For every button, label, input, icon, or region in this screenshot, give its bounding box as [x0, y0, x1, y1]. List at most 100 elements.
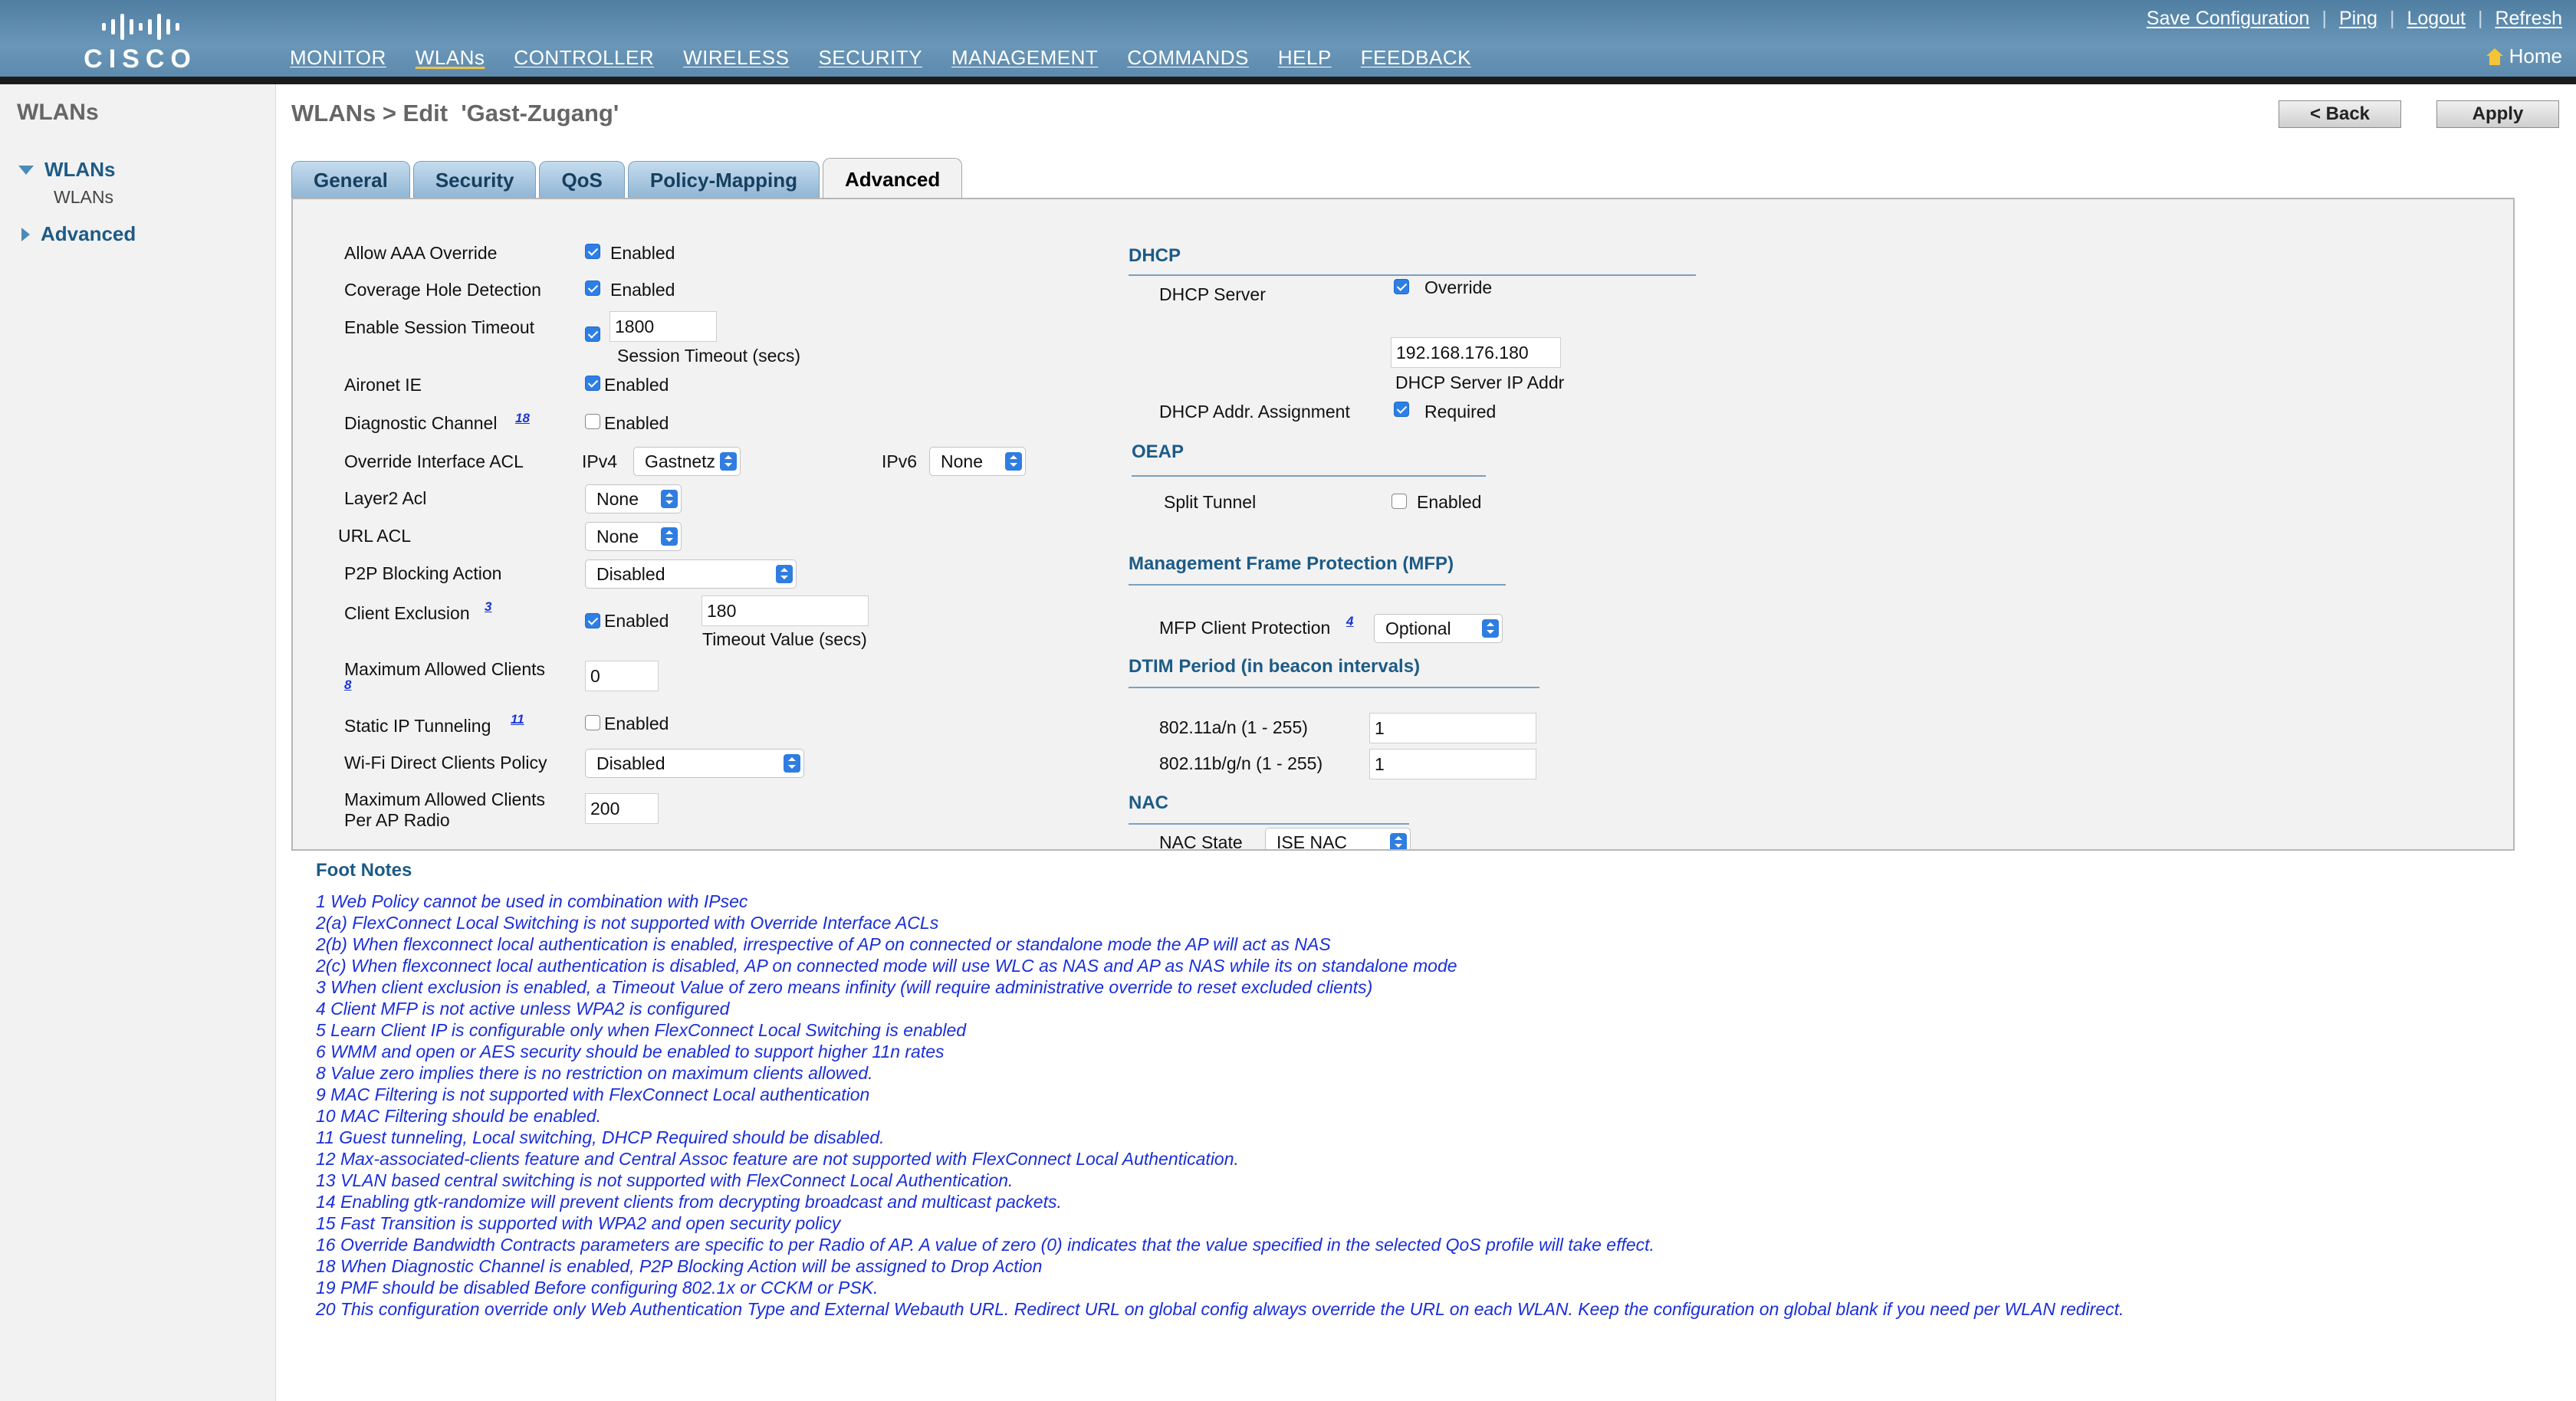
link-separator: | — [2321, 8, 2327, 29]
ping-link[interactable]: Ping — [2339, 8, 2377, 30]
mfp-client-value: Optional — [1385, 618, 1451, 638]
dtim-a-label: 802.11a/n (1 - 255) — [1159, 717, 1308, 737]
nac-section-title: NAC — [1129, 792, 1168, 813]
dhcp-override-checkbox[interactable] — [1394, 279, 1409, 294]
select-arrow-icon — [661, 490, 678, 508]
nav-controller[interactable]: CONTROLLER — [514, 46, 654, 70]
client-exclusion-label: Client Exclusion — [344, 603, 470, 623]
footnote-line: 6 WMM and open or AES security should be… — [316, 1042, 945, 1061]
nav-security[interactable]: SECURITY — [819, 46, 922, 70]
footnote-link-4[interactable]: 4 — [1346, 614, 1353, 629]
sidebar: WLANs WLANs WLANs Advanced — [0, 84, 276, 1401]
footnote-line: 19 PMF should be disabled Before configu… — [316, 1278, 879, 1298]
ipv6-acl-select[interactable]: None — [929, 447, 1026, 476]
top-links: Save Configuration | Ping | Logout | Ref… — [2147, 8, 2562, 30]
allow-aaa-checkbox[interactable] — [585, 244, 600, 259]
refresh-link[interactable]: Refresh — [2495, 8, 2562, 30]
sidebar-item-wlans[interactable]: WLANs — [18, 158, 115, 182]
max-clients-input[interactable]: 0 — [585, 661, 659, 691]
allow-aaa-label: Allow AAA Override — [344, 243, 498, 263]
save-configuration-link[interactable]: Save Configuration — [2147, 8, 2310, 30]
max-per-radio-input[interactable]: 200 — [585, 793, 659, 824]
diagnostic-channel-checkbox[interactable] — [585, 414, 600, 429]
sidebar-item-advanced[interactable]: Advanced — [21, 222, 136, 246]
footnote-link-11[interactable]: 11 — [511, 712, 524, 727]
nav-feedback[interactable]: FEEDBACK — [1361, 46, 1471, 70]
home-link[interactable]: Home — [2486, 44, 2562, 68]
sidebar-item-label: Advanced — [41, 222, 136, 245]
static-ip-text: Enabled — [604, 714, 669, 733]
p2p-blocking-value: Disabled — [596, 564, 665, 584]
dhcp-divider — [1129, 274, 1696, 276]
select-arrow-icon — [661, 527, 678, 546]
tab-qos[interactable]: QoS — [539, 161, 625, 199]
select-arrow-icon — [1390, 833, 1407, 849]
expand-triangle-icon — [18, 165, 34, 175]
nav-wlans[interactable]: WLANs — [416, 46, 485, 70]
p2p-blocking-label: P2P Blocking Action — [344, 563, 502, 583]
footnote-line: 12 Max-associated-clients feature and Ce… — [316, 1149, 1239, 1169]
main-nav: MONITOR WLANs CONTROLLER WIRELESS SECURI… — [290, 46, 1471, 70]
tab-policy-mapping[interactable]: Policy-Mapping — [627, 161, 820, 199]
home-icon — [2486, 48, 2503, 65]
exclusion-timeout-caption: Timeout Value (secs) — [702, 629, 867, 649]
dtim-b-input[interactable]: 1 — [1369, 749, 1536, 779]
oeap-section-title: OEAP — [1132, 441, 1184, 462]
footnote-link-8[interactable]: 8 — [344, 678, 351, 693]
footnote-line: 2(c) When flexconnect local authenticati… — [316, 956, 1457, 976]
nav-management[interactable]: MANAGEMENT — [951, 46, 1098, 70]
nac-state-select[interactable]: ISE NAC — [1265, 828, 1411, 851]
static-ip-label: Static IP Tunneling — [344, 716, 491, 736]
dtim-divider — [1129, 687, 1539, 688]
p2p-blocking-select[interactable]: Disabled — [585, 559, 797, 589]
session-timeout-checkbox[interactable] — [585, 326, 600, 342]
session-timeout-label: Enable Session Timeout — [344, 317, 535, 337]
footnote-line: 2(a) FlexConnect Local Switching is not … — [316, 913, 939, 933]
nav-help[interactable]: HELP — [1278, 46, 1332, 70]
mfp-client-select[interactable]: Optional — [1374, 614, 1503, 643]
dhcp-server-ip-caption: DHCP Server IP Addr — [1395, 372, 1565, 392]
dhcp-override-text: Override — [1424, 277, 1493, 297]
session-timeout-input[interactable]: 1800 — [610, 311, 717, 342]
tab-advanced[interactable]: Advanced — [823, 158, 963, 199]
coverage-hole-text: Enabled — [610, 280, 675, 300]
dhcp-server-ip-input[interactable]: 192.168.176.180 — [1391, 337, 1561, 368]
dhcp-required-checkbox[interactable] — [1394, 402, 1409, 417]
footnote-link-18[interactable]: 18 — [515, 411, 530, 426]
footnote-line: 4 Client MFP is not active unless WPA2 i… — [316, 999, 730, 1019]
override-acl-label: Override Interface ACL — [344, 451, 524, 471]
diagnostic-channel-text: Enabled — [604, 413, 669, 433]
select-arrow-icon — [784, 754, 800, 773]
footnote-line: 10 MAC Filtering should be enabled. — [316, 1106, 602, 1126]
footnote-link-3[interactable]: 3 — [485, 599, 491, 615]
sidebar-subitem-wlans[interactable]: WLANs — [54, 187, 113, 208]
nav-monitor[interactable]: MONITOR — [290, 46, 386, 70]
diagnostic-channel-label: Diagnostic Channel — [344, 413, 498, 433]
logo-bars — [83, 11, 198, 43]
select-arrow-icon — [1005, 452, 1022, 471]
tab-general[interactable]: General — [291, 161, 410, 199]
dtim-b-label: 802.11b/g/n (1 - 255) — [1159, 753, 1323, 773]
page-title: WLANs > Edit 'Gast-Zugang' — [291, 100, 619, 126]
layer2-acl-select[interactable]: None — [585, 484, 682, 513]
back-button[interactable]: < Back — [2279, 100, 2401, 128]
split-tunnel-checkbox[interactable] — [1392, 494, 1407, 509]
logout-link[interactable]: Logout — [2407, 8, 2465, 30]
nac-state-value: ISE NAC — [1276, 832, 1348, 851]
nac-divider — [1129, 823, 1409, 825]
ipv4-acl-select[interactable]: Gastnetz — [633, 447, 741, 476]
static-ip-checkbox[interactable] — [585, 715, 600, 730]
dtim-a-input[interactable]: 1 — [1369, 713, 1536, 743]
sidebar-item-label: WLANs — [44, 158, 116, 181]
url-acl-select[interactable]: None — [585, 522, 682, 551]
aironet-ie-checkbox[interactable] — [585, 376, 600, 391]
coverage-hole-checkbox[interactable] — [585, 281, 600, 296]
ipv6-label: IPv6 — [882, 451, 918, 471]
nav-wireless[interactable]: WIRELESS — [683, 46, 789, 70]
client-exclusion-checkbox[interactable] — [585, 613, 600, 628]
exclusion-timeout-input[interactable]: 180 — [702, 596, 869, 626]
wifi-direct-select[interactable]: Disabled — [585, 749, 804, 778]
nav-commands[interactable]: COMMANDS — [1127, 46, 1249, 70]
apply-button[interactable]: Apply — [2436, 100, 2559, 128]
tab-security[interactable]: Security — [412, 161, 537, 199]
